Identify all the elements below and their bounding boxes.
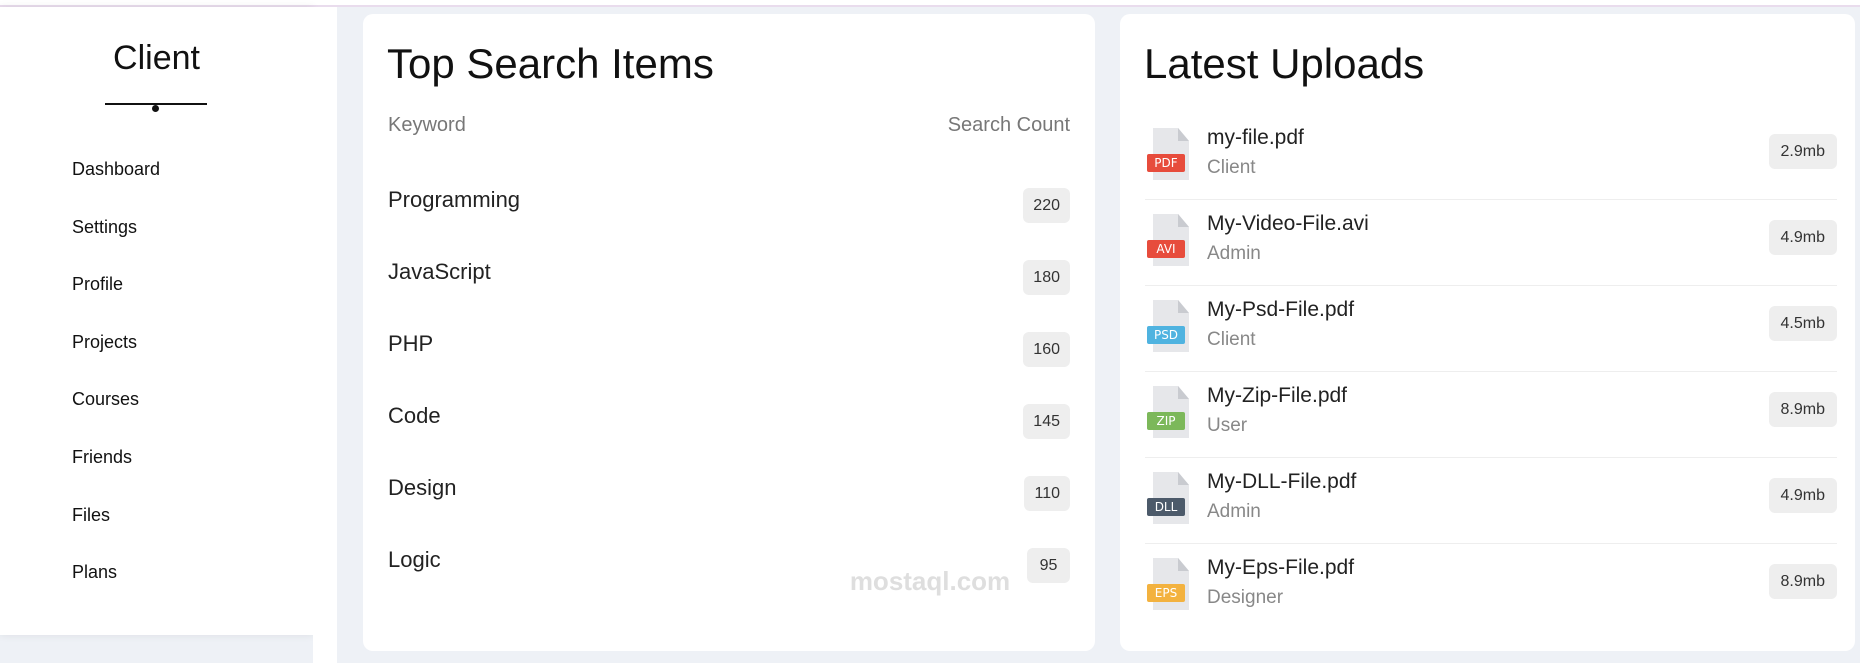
eps-file-icon: EPS	[1147, 558, 1191, 610]
keyword-label: Programming	[388, 187, 521, 212]
keyword-label: JavaScript	[388, 259, 491, 284]
file-type-tag: AVI	[1147, 240, 1185, 258]
sidebar: Client Dashboard Settings Profile Projec…	[0, 7, 313, 635]
column-header-keyword: Keyword	[388, 114, 466, 136]
file-type-tag: PDF	[1147, 154, 1185, 172]
top-search-panel: Top Search Items Keyword Search Count Pr…	[363, 14, 1095, 651]
brand-title: Client	[113, 39, 200, 77]
upload-row[interactable]: ZIP My-Zip-File.pdf User 8.9mb	[1145, 372, 1837, 458]
list-item: PHP 160	[388, 318, 1070, 390]
file-type-tag: EPS	[1147, 584, 1185, 602]
count-badge: 95	[1027, 548, 1070, 583]
list-item: Programming 220	[388, 174, 1070, 246]
file-owner: Designer	[1207, 587, 1284, 608]
keyword-label: Code	[388, 403, 441, 428]
sidebar-item-projects[interactable]: Projects	[72, 327, 160, 385]
file-owner: Client	[1207, 157, 1256, 178]
panel-title: Top Search Items	[387, 40, 714, 87]
upload-row[interactable]: AVI My-Video-File.avi Admin 4.9mb	[1145, 200, 1837, 286]
file-owner: Client	[1207, 329, 1256, 350]
file-name[interactable]: My-Video-File.avi	[1207, 212, 1369, 236]
watermark-text: mostaql.com	[849, 566, 1011, 596]
keyword-label: PHP	[388, 331, 434, 356]
file-owner: Admin	[1207, 501, 1261, 522]
list-item: Design 110	[388, 462, 1070, 534]
panel-title: Latest Uploads	[1144, 40, 1425, 87]
sidebar-item-settings[interactable]: Settings	[72, 212, 160, 270]
sidebar-item-profile[interactable]: Profile	[72, 269, 160, 327]
upload-row[interactable]: PDF my-file.pdf Client 2.9mb	[1145, 114, 1837, 200]
count-badge: 145	[1023, 404, 1070, 439]
sidebar-item-courses[interactable]: Courses	[72, 384, 160, 442]
file-size-badge: 8.9mb	[1768, 392, 1837, 427]
file-name[interactable]: My-Psd-File.pdf	[1207, 298, 1354, 322]
dll-file-icon: DLL	[1147, 472, 1191, 524]
zip-file-icon: ZIP	[1147, 386, 1191, 438]
list-item: JavaScript 180	[388, 246, 1070, 318]
upload-row[interactable]: PSD My-Psd-File.pdf Client 4.5mb	[1145, 286, 1837, 372]
sidebar-item-plans[interactable]: Plans	[72, 557, 160, 615]
sidebar-nav: Dashboard Settings Profile Projects Cour…	[72, 154, 160, 615]
file-size-badge: 4.9mb	[1768, 220, 1837, 255]
file-owner: Admin	[1207, 243, 1261, 264]
file-type-tag: PSD	[1147, 326, 1185, 344]
list-item: Code 145	[388, 390, 1070, 462]
keyword-label: Design	[388, 475, 457, 500]
sidebar-item-friends[interactable]: Friends	[72, 442, 160, 500]
file-size-badge: 4.9mb	[1768, 478, 1837, 513]
sidebar-item-files[interactable]: Files	[72, 500, 160, 558]
sidebar-item-dashboard[interactable]: Dashboard	[72, 154, 160, 212]
count-badge: 160	[1023, 332, 1070, 367]
uploads-list: PDF my-file.pdf Client 2.9mb AVI My-Vide…	[1145, 114, 1837, 630]
file-name[interactable]: My-DLL-File.pdf	[1207, 470, 1356, 494]
count-badge: 110	[1024, 476, 1070, 511]
file-name[interactable]: my-file.pdf	[1207, 126, 1304, 150]
keyword-label: Logic	[388, 547, 441, 572]
file-type-tag: DLL	[1147, 498, 1185, 516]
pdf-file-icon: PDF	[1147, 128, 1191, 180]
file-type-tag: ZIP	[1147, 412, 1185, 430]
count-badge: 180	[1023, 260, 1070, 295]
latest-uploads-panel: Latest Uploads PDF my-file.pdf Client 2.…	[1120, 14, 1855, 651]
avi-file-icon: AVI	[1147, 214, 1191, 266]
file-owner: User	[1207, 415, 1248, 436]
count-badge: 220	[1023, 188, 1070, 223]
file-size-badge: 8.9mb	[1768, 564, 1837, 599]
column-header-count: Search Count	[947, 114, 1070, 136]
search-list: Programming 220 JavaScript 180 PHP 160 C…	[388, 174, 1070, 606]
file-size-badge: 2.9mb	[1768, 134, 1837, 169]
sidebar-gutter	[313, 7, 337, 663]
upload-row[interactable]: DLL My-DLL-File.pdf Admin 4.9mb	[1145, 458, 1837, 544]
upload-row[interactable]: EPS My-Eps-File.pdf Designer 8.9mb	[1145, 544, 1837, 630]
file-name[interactable]: My-Eps-File.pdf	[1207, 556, 1354, 580]
file-name[interactable]: My-Zip-File.pdf	[1207, 384, 1347, 408]
brand-dot	[152, 105, 159, 112]
file-size-badge: 4.5mb	[1768, 306, 1837, 341]
psd-file-icon: PSD	[1147, 300, 1191, 352]
